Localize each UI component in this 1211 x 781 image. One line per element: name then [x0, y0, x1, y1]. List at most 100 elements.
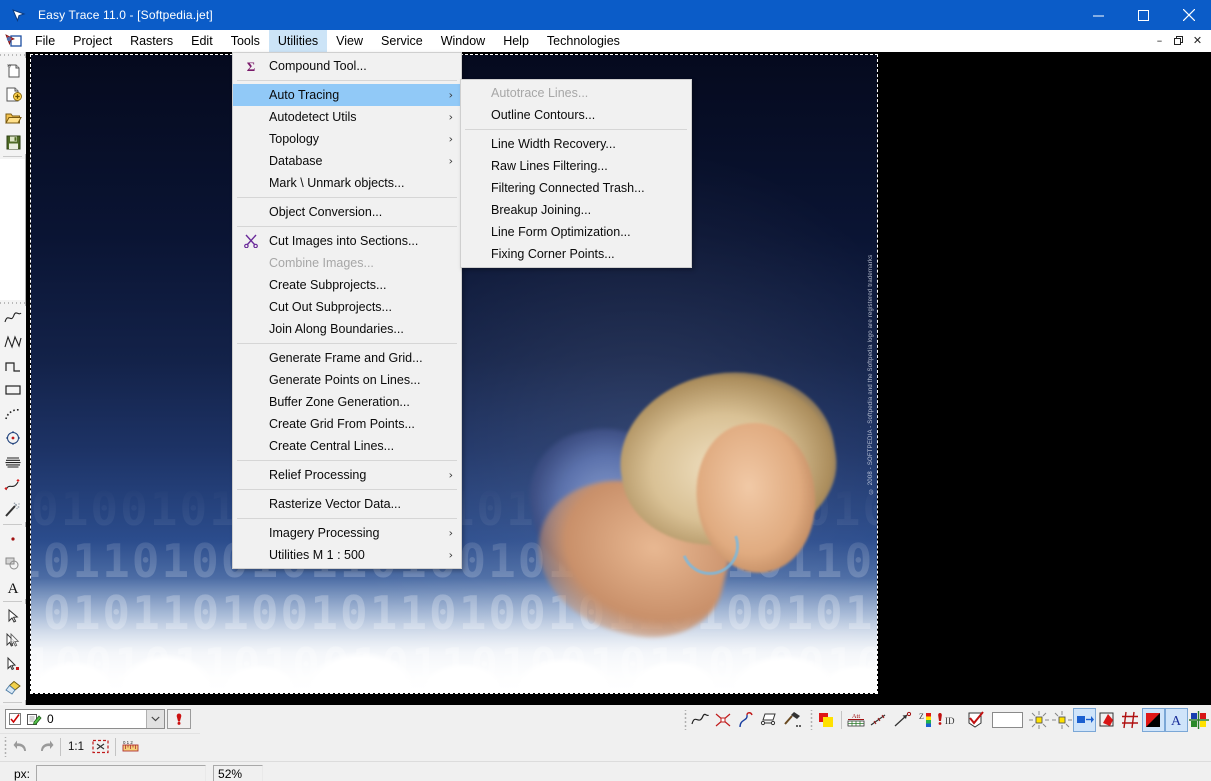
node-move-icon[interactable]: [1073, 708, 1096, 732]
checkmark-icon[interactable]: [6, 713, 24, 725]
arrow-angle-icon[interactable]: [891, 708, 914, 732]
text-a-icon[interactable]: A: [1165, 708, 1188, 732]
menu-project[interactable]: Project: [64, 30, 121, 52]
menu-item-auto-tracing[interactable]: Auto Tracing›: [233, 84, 461, 106]
step-line-icon[interactable]: [0, 354, 26, 378]
node-cross-icon[interactable]: [711, 708, 734, 732]
menu-utilities[interactable]: Utilities: [269, 30, 327, 52]
menu-item-relief-processing[interactable]: Relief Processing›: [233, 464, 461, 486]
polyline-smooth-icon[interactable]: [0, 306, 26, 330]
menu-item-database[interactable]: Database›: [233, 150, 461, 172]
eraser-node-icon[interactable]: [757, 708, 780, 732]
fit-to-window-icon[interactable]: [88, 736, 112, 758]
menu-item-cut-out-subprojects[interactable]: Cut Out Subprojects...: [233, 296, 461, 318]
snap-vertex-icon[interactable]: [1050, 708, 1073, 732]
new-project-icon[interactable]: xy: [0, 58, 26, 82]
submenu-item-raw-lines-filtering[interactable]: Raw Lines Filtering...: [461, 155, 691, 177]
layer-pen-icon[interactable]: [24, 713, 44, 726]
redo-icon[interactable]: [33, 736, 57, 758]
mdi-restore-button[interactable]: [1169, 32, 1188, 50]
grid-hash-icon[interactable]: [1119, 708, 1142, 732]
alert-exclamation-icon[interactable]: [167, 709, 191, 729]
menu-help[interactable]: Help: [494, 30, 538, 52]
curve-nodes-icon[interactable]: [0, 474, 26, 498]
polygon-red-icon[interactable]: [1096, 708, 1119, 732]
close-button[interactable]: [1166, 0, 1211, 30]
menu-view[interactable]: View: [327, 30, 372, 52]
color-palette-icon[interactable]: [1188, 708, 1211, 732]
arrow-select-icon[interactable]: [0, 604, 26, 628]
checkmark-stamp-icon[interactable]: [965, 708, 988, 732]
mdi-minimize-button[interactable]: –: [1150, 32, 1169, 50]
menu-item-utilities-m-1-500[interactable]: Utilities M 1 : 500›: [233, 544, 461, 566]
zoom-level-field[interactable]: 52%: [213, 765, 263, 781]
minimize-button[interactable]: [1076, 0, 1121, 30]
hammer-tool-icon[interactable]: [780, 708, 803, 732]
submenu-item-filtering-connected-trash[interactable]: Filtering Connected Trash...: [461, 177, 691, 199]
z-color-ramp-icon[interactable]: Z: [914, 708, 937, 732]
layer-combobox[interactable]: 0: [5, 709, 165, 729]
auto-tracing-submenu[interactable]: Autotrace Lines...Outline Contours...Lin…: [460, 79, 692, 268]
menu-item-object-conversion[interactable]: Object Conversion...: [233, 201, 461, 223]
coordinate-field[interactable]: [36, 765, 206, 781]
magic-wand-icon[interactable]: [0, 498, 26, 522]
submenu-item-line-width-recovery[interactable]: Line Width Recovery...: [461, 133, 691, 155]
polyline-sharp-icon[interactable]: [0, 330, 26, 354]
nav-toolbar-grip[interactable]: [2, 737, 9, 757]
submenu-item-breakup-joining[interactable]: Breakup Joining...: [461, 199, 691, 221]
empty-box-field[interactable]: [992, 712, 1023, 728]
mdi-close-button[interactable]: ✕: [1188, 32, 1207, 50]
zoom-one-to-one-button[interactable]: 1:1: [64, 736, 88, 758]
open-folder-icon[interactable]: [0, 106, 26, 130]
fill-color-swatch-icon[interactable]: [815, 708, 838, 732]
contrast-square-icon[interactable]: [1142, 708, 1165, 732]
rectangle-icon[interactable]: [0, 378, 26, 402]
submenu-item-fixing-corner-points[interactable]: Fixing Corner Points...: [461, 243, 691, 265]
multi-select-icon[interactable]: [0, 628, 26, 652]
menu-service[interactable]: Service: [372, 30, 432, 52]
menu-item-buffer-zone-generation[interactable]: Buffer Zone Generation...: [233, 391, 461, 413]
menu-item-mark-unmark-objects[interactable]: Mark \ Unmark objects...: [233, 172, 461, 194]
menu-item-create-subprojects[interactable]: Create Subprojects...: [233, 274, 461, 296]
menu-edit[interactable]: Edit: [182, 30, 222, 52]
menu-item-generate-frame-and-grid[interactable]: Generate Frame and Grid...: [233, 347, 461, 369]
spline-edit-icon[interactable]: [734, 708, 757, 732]
measure-ruler-icon[interactable]: 0 1 2: [119, 736, 143, 758]
overlap-shapes-icon[interactable]: [0, 551, 26, 575]
submenu-item-line-form-optimization[interactable]: Line Form Optimization...: [461, 221, 691, 243]
chevron-down-icon[interactable]: [146, 710, 164, 728]
menu-technologies[interactable]: Technologies: [538, 30, 629, 52]
circle-point-icon[interactable]: [0, 426, 26, 450]
menu-tools[interactable]: Tools: [222, 30, 269, 52]
hatch-lines-icon[interactable]: [0, 450, 26, 474]
submenu-item-outline-contours[interactable]: Outline Contours...: [461, 104, 691, 126]
text-tool-icon[interactable]: A: [0, 575, 26, 599]
menu-file[interactable]: File: [26, 30, 64, 52]
maximize-button[interactable]: [1121, 0, 1166, 30]
arc-dotted-icon[interactable]: [0, 402, 26, 426]
menu-item-compound-tool[interactable]: ΣCompound Tool...: [233, 55, 461, 77]
point-icon[interactable]: [0, 527, 26, 551]
menu-item-autodetect-utils[interactable]: Autodetect Utils›: [233, 106, 461, 128]
menu-item-imagery-processing[interactable]: Imagery Processing›: [233, 522, 461, 544]
attribute-table-icon[interactable]: Att: [845, 708, 868, 732]
menu-item-rasterize-vector-data[interactable]: Rasterize Vector Data...: [233, 493, 461, 515]
id-label-icon[interactable]: ID: [937, 708, 965, 732]
brush-paint-icon[interactable]: [0, 676, 26, 700]
menu-item-topology[interactable]: Topology›: [233, 128, 461, 150]
utilities-dropdown-menu[interactable]: ΣCompound Tool... Auto Tracing›Autodetect…: [232, 52, 462, 569]
menu-window[interactable]: Window: [432, 30, 494, 52]
save-disk-icon[interactable]: [0, 130, 26, 154]
dimension-line-icon[interactable]: [868, 708, 891, 732]
select-node-icon[interactable]: [0, 652, 26, 676]
add-document-icon[interactable]: [0, 82, 26, 106]
snap-node-icon[interactable]: [1027, 708, 1050, 732]
menu-rasters[interactable]: Rasters: [121, 30, 182, 52]
menu-item-create-grid-from-points[interactable]: Create Grid From Points...: [233, 413, 461, 435]
undo-icon[interactable]: [9, 736, 33, 758]
menu-item-join-along-boundaries[interactable]: Join Along Boundaries...: [233, 318, 461, 340]
trace-curve-icon[interactable]: [688, 708, 711, 732]
menu-item-create-central-lines[interactable]: Create Central Lines...: [233, 435, 461, 457]
menu-item-cut-images-into-sections[interactable]: Cut Images into Sections...: [233, 230, 461, 252]
menu-item-generate-points-on-lines[interactable]: Generate Points on Lines...: [233, 369, 461, 391]
